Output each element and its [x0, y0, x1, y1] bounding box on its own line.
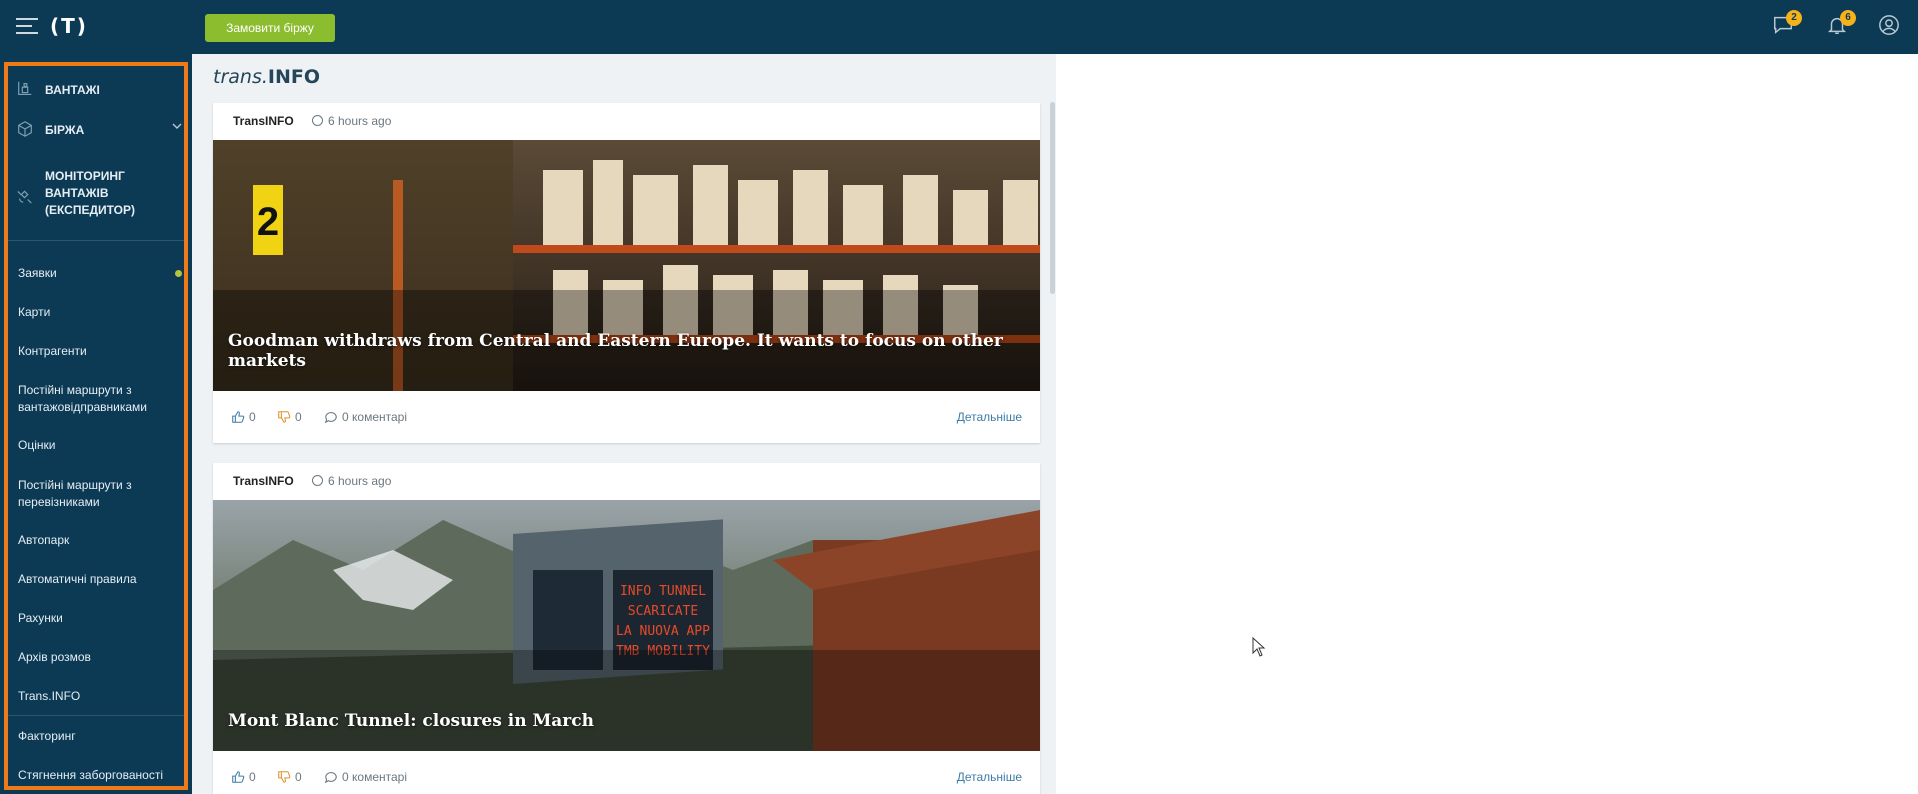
comment-count: 0 коментарі — [342, 770, 407, 784]
scrollbar-thumb[interactable] — [1050, 102, 1055, 294]
news-source: TransINFO — [233, 474, 294, 488]
sidebar-item-label: Заявки — [18, 266, 57, 280]
dislike-count: 0 — [295, 410, 302, 424]
like-button[interactable]: 0 — [231, 410, 256, 424]
chevron-down-icon[interactable] — [171, 120, 183, 137]
sidebar-item-label: Постійні маршрути з перевізниками — [18, 478, 132, 509]
divider — [8, 715, 184, 716]
dislike-count: 0 — [295, 770, 302, 784]
tunnel-sign-line-3: LA NUOVA APP — [616, 624, 710, 639]
sidebar-item-monitoring[interactable]: МОНІТОРИНГ ВАНТАЖІВ (ЕКСПЕДИТОР) — [8, 168, 192, 222]
clock-icon — [312, 475, 323, 486]
sidebar-item-label: БІРЖА — [45, 123, 85, 137]
news-image-warehouse[interactable]: 2 Goodman withdraws from Central and Eas… — [213, 140, 1040, 391]
thumbs-up-icon — [232, 771, 245, 783]
order-exchange-button[interactable]: Замовити біржу — [205, 14, 335, 42]
dislike-button[interactable]: 0 — [277, 770, 302, 784]
tunnel-sign-line-1: INFO TUNNEL — [620, 584, 706, 599]
comments-button[interactable]: 0 коментарі — [324, 410, 407, 424]
news-time: 6 hours ago — [312, 474, 391, 488]
sidebar-item-label: Рахунки — [18, 611, 63, 625]
time-label: 6 hours ago — [328, 114, 392, 128]
comment-icon — [324, 412, 337, 424]
sidebar-item-label: ВАНТАЖІ — [45, 83, 100, 97]
notifications-badge: 6 — [1840, 10, 1856, 26]
sidebar-item-label: Архів розмов — [18, 650, 91, 664]
messages-badge: 2 — [1786, 10, 1802, 26]
sidebar-item-label: Стягнення заборгованості — [18, 768, 163, 782]
news-card[interactable]: TransINFO 6 hours ago INFO TUNNEL SCARIC… — [213, 463, 1040, 794]
sidebar-item-label: Карти — [18, 305, 51, 319]
app-logo[interactable]: (T) — [50, 14, 88, 38]
sidebar-item-exchange[interactable]: БІРЖА — [8, 120, 192, 140]
sidebar-item-label: Контрагенти — [18, 344, 87, 358]
card-header: TransINFO 6 hours ago — [213, 103, 1040, 140]
card-footer: 0 0 0 коментарі Детальніше — [213, 751, 1040, 794]
sidebar-item-label: Автоматичні правила — [18, 572, 137, 586]
bell-icon[interactable]: 6 — [1826, 10, 1856, 40]
menu-icon[interactable] — [16, 18, 38, 36]
sidebar-item-label: Постійні маршрути з вантажовідправниками — [18, 383, 148, 414]
news-image-tunnel[interactable]: INFO TUNNEL SCARICATE LA NUOVA APP TMB M… — [213, 500, 1040, 751]
satellite-icon — [16, 186, 36, 206]
like-button[interactable]: 0 — [231, 770, 256, 784]
news-card[interactable]: TransINFO 6 hours ago 2 Goodman withdraw… — [213, 103, 1040, 443]
comments-button[interactable]: 0 коментарі — [324, 770, 407, 784]
user-avatar-icon[interactable] — [1878, 14, 1904, 40]
brand-suffix: INFO — [267, 66, 320, 88]
divider — [8, 240, 184, 241]
card-footer: 0 0 0 коментарі Детальніше — [213, 391, 1040, 443]
news-time: 6 hours ago — [312, 114, 391, 128]
clock-icon — [312, 115, 323, 126]
messages-icon[interactable]: 2 — [1772, 10, 1802, 40]
aisle-sign-text: 2 — [257, 200, 279, 244]
sidebar-item-label: МОНІТОРИНГ ВАНТАЖІВ (ЕКСПЕДИТОР) — [45, 169, 135, 217]
details-link[interactable]: Детальніше — [957, 410, 1022, 424]
thumbs-down-icon — [278, 771, 291, 783]
status-dot — [175, 270, 182, 277]
transinfo-logo: trans.INFO — [213, 66, 320, 88]
like-count: 0 — [249, 770, 256, 784]
card-header: TransINFO 6 hours ago — [213, 463, 1040, 500]
news-title[interactable]: Mont Blanc Tunnel: closures in March — [228, 711, 594, 731]
news-title[interactable]: Goodman withdraws from Central and Easte… — [228, 331, 1040, 371]
sidebar-item-cargo[interactable]: ВАНТАЖІ — [8, 80, 192, 100]
comment-count: 0 коментарі — [342, 410, 407, 424]
dislike-button[interactable]: 0 — [277, 410, 302, 424]
like-count: 0 — [249, 410, 256, 424]
mouse-cursor-icon — [1252, 636, 1266, 662]
sidebar: ВАНТАЖІ БІРЖА МОНІТОРИНГ ВАНТАЖІВ (ЕКСПЕ… — [0, 54, 192, 794]
sidebar-item-label: Автопарк — [18, 533, 70, 547]
time-label: 6 hours ago — [328, 474, 392, 488]
sidebar-item-label: Оцінки — [18, 438, 56, 452]
thumbs-down-icon — [278, 411, 291, 423]
box-icon — [16, 120, 36, 140]
news-source: TransINFO — [233, 114, 294, 128]
top-bar: (T) Замовити біржу 2 6 — [0, 0, 1918, 54]
tunnel-sign-line-2: SCARICATE — [628, 604, 698, 619]
sidebar-item-label: Факторинг — [18, 729, 76, 743]
brand-prefix: trans. — [213, 66, 268, 88]
thumbs-up-icon — [232, 411, 245, 423]
cargo-icon — [16, 80, 36, 100]
sidebar-item-label: Trans.INFO — [18, 689, 81, 703]
sidebar-highlight-frame: ВАНТАЖІ БІРЖА МОНІТОРИНГ ВАНТАЖІВ (ЕКСПЕ… — [4, 62, 188, 790]
details-link[interactable]: Детальніше — [957, 770, 1022, 784]
comment-icon — [324, 772, 337, 784]
